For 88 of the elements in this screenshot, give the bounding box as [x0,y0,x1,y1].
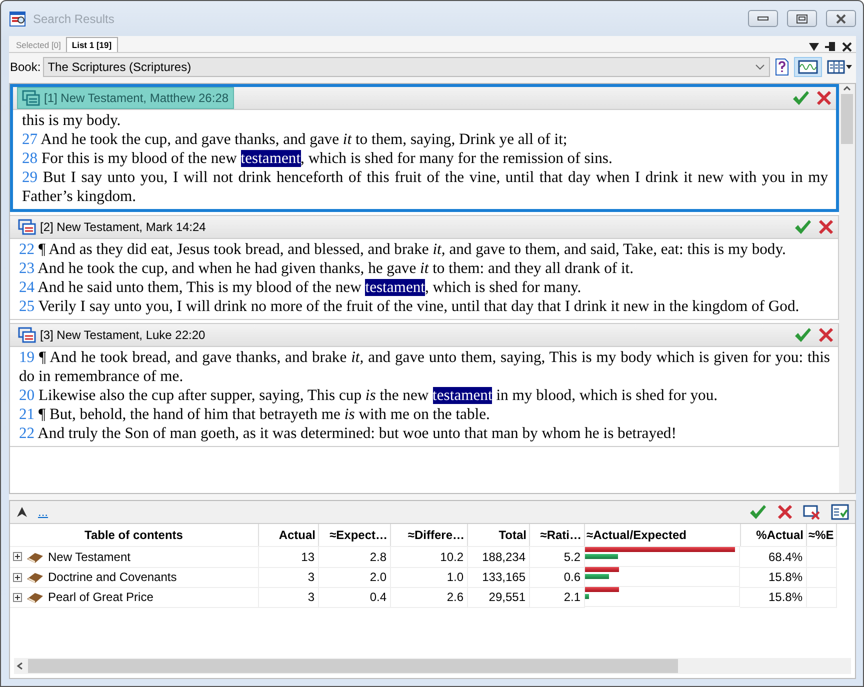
book-label: Book: [9,60,41,74]
toc-entry[interactable]: Pearl of Great Price [48,590,154,604]
table-cell: 1.0 [390,567,467,587]
dropdown-icon[interactable] [809,43,819,51]
columns-icon[interactable] [827,59,853,75]
verse-text: 21 ¶ But, behold, the hand of him that betrayeth me is with me on the table. [19,405,491,424]
chevron-down-icon[interactable] [755,64,765,70]
minimize-button[interactable] [748,10,778,27]
app-icon [9,10,27,28]
column-header[interactable]: ≈Expect… [318,524,390,546]
table-cell: 188,234 [467,546,529,567]
verse-text: 19 ¶ And he took bread, and gave thanks, and brake it, and gave unto them, saying, This is my body which is given for you: this do in remembrance of me. [19,348,830,386]
horizontal-scrollbar[interactable] [14,658,851,674]
verse-text: 24 And he said unto them, This is my blood of the new testament, which is shed for many. [19,278,582,297]
toc-entry[interactable]: Doctrine and Covenants [48,570,177,584]
close-icon[interactable] [842,42,852,52]
table-cell: 15.8% [740,567,806,587]
window-close-icon[interactable] [803,504,821,520]
table-cell: 133,165 [467,567,529,587]
result-item[interactable] [10,215,839,320]
scroll-thumb[interactable] [28,659,678,673]
more-link[interactable]: ... [38,505,48,519]
vertical-scrollbar[interactable] [839,84,855,493]
pin-icon[interactable] [825,42,836,52]
table-cell: 2.6 [390,587,467,607]
column-header[interactable]: ≈Rati… [529,524,584,546]
table-cell: 0.6 [529,567,584,587]
book-icon [26,570,44,584]
table-cell: 13 [258,546,318,567]
maximize-icon[interactable] [796,14,808,24]
table-check-icon[interactable] [831,504,849,520]
table-cell: 10.2 [390,546,467,567]
table-cell: 15.8% [740,587,806,607]
tab[interactable]: List 1 [19] [66,37,118,52]
column-header[interactable]: Actual [258,524,318,546]
waveform-icon[interactable] [798,59,818,75]
column-header[interactable]: Table of contents [10,524,258,546]
collapse-arrow-icon[interactable] [16,506,28,518]
reject-icon[interactable] [816,90,832,106]
expand-icon[interactable] [13,552,22,562]
verse-text: 22 And truly the Son of man goeth, as it was determined: but woe unto that man by whom he is betrayed! [19,424,678,443]
column-header[interactable]: Total [467,524,529,546]
table-cell: 5.2 [529,546,584,567]
result-item[interactable] [10,323,839,447]
maximize-button[interactable] [787,10,817,27]
expand-icon[interactable] [13,592,22,602]
accept-all-icon[interactable] [749,504,767,520]
table-cell: 2.0 [318,567,390,587]
table-cell: 29,551 [467,587,529,607]
table-cell: 68.4% [740,546,806,567]
help-document-icon[interactable] [775,58,789,76]
accept-icon[interactable] [794,327,812,343]
window-title: Search Results [33,12,116,26]
table-cell: 2.1 [529,587,584,607]
verse-text: 25 Verily I say unto you, I will drink no more of the fruit of the vine, until that day that I drink it new in the kingdom of God. [19,297,800,316]
verse-text: 28 For this is my blood of the new testament, which is shed for many for the remission of sins. [22,149,614,168]
document-list-icon [18,219,36,235]
accept-icon[interactable] [794,219,812,235]
table-cell: 0.4 [318,587,390,607]
reject-icon[interactable] [818,219,834,235]
accept-icon[interactable] [792,90,810,106]
document-list-icon [22,90,40,106]
document-list-icon [18,327,36,343]
toc-entry[interactable]: New Testament [48,550,130,564]
table-cell: 3 [258,567,318,587]
column-header[interactable]: ≈Differe… [390,524,467,546]
scroll-up-icon[interactable] [842,84,852,92]
book-icon [26,590,44,604]
result-item[interactable] [10,84,839,212]
table-cell: 3 [258,587,318,607]
reject-icon[interactable] [818,327,834,343]
result-title[interactable]: [1] New Testament, Matthew 26:28 [17,87,234,109]
verse-text: 27 And he took the cup, and gave thanks, and gave it to them, saying, Drink ye all of it; [22,130,568,149]
reject-all-icon[interactable] [777,504,793,520]
close-button[interactable] [826,10,856,27]
verse-text: this is my body. [22,111,122,130]
book-dropdown[interactable]: The Scriptures (Scriptures) [42,57,770,77]
verse-text: 22 ¶ And as they did eat, Jesus took bread, and blessed, and brake it, and gave to them, and said, Take, eat: this is my body. [19,240,787,259]
close-icon[interactable] [835,14,847,24]
verse-text: 20 Likewise also the cup after supper, saying, This cup is the new testament in my blood, which is shed for you. [19,386,719,405]
minimize-icon[interactable] [757,16,769,22]
column-header[interactable]: %Actual [740,524,806,546]
expand-icon[interactable] [13,572,22,582]
table-cell: 2.8 [318,546,390,567]
verse-text: 23 And he took the cup, and when he had given thanks, he gave it to them: and they all drank of it. [19,259,635,278]
verse-text: 29 But I say unto you, I will not drink henceforth of this fruit of the vine, until that day when I drink it new with you in my Father’s kingdom. [22,168,828,206]
scroll-thumb[interactable] [841,94,853,144]
column-header[interactable]: ≈%E [806,524,836,546]
